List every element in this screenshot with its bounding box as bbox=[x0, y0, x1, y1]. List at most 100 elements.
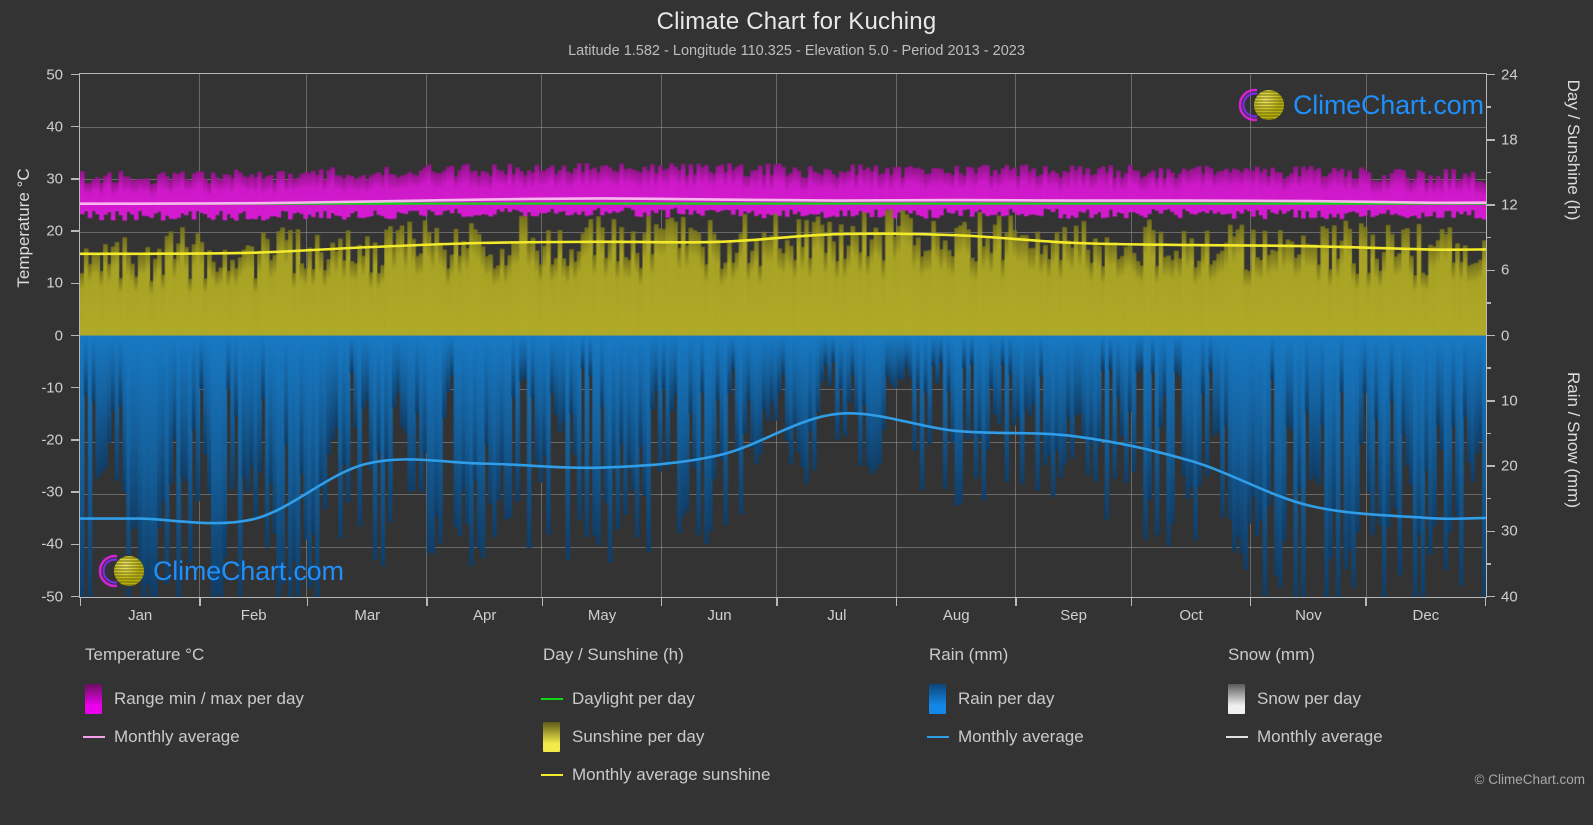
axis-label-month: Jul bbox=[827, 607, 847, 624]
right-axis-label-day-sunshine: Day / Sunshine (h) bbox=[1564, 79, 1583, 221]
axis-label-month: Sep bbox=[1060, 607, 1087, 624]
legend-item-label: Monthly average bbox=[114, 727, 240, 746]
axis-label-left: -50 bbox=[41, 588, 63, 605]
axis-tick-right-minor bbox=[1486, 106, 1491, 108]
legend-column: Snow (mm) Snow per day Monthly average bbox=[1225, 645, 1383, 756]
legend-swatch-line-wrap bbox=[926, 736, 949, 738]
axis-tick-right bbox=[1486, 400, 1495, 402]
axis-label-right: 20 bbox=[1501, 457, 1518, 475]
axis-tick-right bbox=[1486, 139, 1495, 141]
legend-item-label: Sunshine per day bbox=[572, 727, 705, 746]
legend-column: Day / Sunshine (h) Daylight per day Sunshi… bbox=[540, 645, 771, 794]
legend-item-label: Monthly average sunshine bbox=[572, 765, 771, 784]
legend-swatch-line-wrap bbox=[540, 774, 563, 776]
legend-item[interactable]: Snow per day bbox=[1228, 680, 1383, 718]
axis-tick-bottom bbox=[426, 597, 428, 606]
watermark-logo-bottom: ClimeChart.com bbox=[95, 550, 344, 592]
axis-label-left: 30 bbox=[46, 170, 63, 188]
axis-tick-right bbox=[1486, 334, 1495, 337]
axis-label-left: 50 bbox=[46, 66, 63, 83]
axis-tick-right-minor bbox=[1486, 302, 1491, 304]
axis-tick-bottom bbox=[541, 597, 544, 606]
right-axis-label-rain-snow: Rain / Snow (mm) bbox=[1564, 371, 1583, 509]
legend-swatch-line bbox=[540, 774, 563, 776]
legend-swatch-line bbox=[1225, 736, 1248, 738]
axis-tick-right-minor bbox=[1486, 432, 1491, 435]
axis-tick-bottom bbox=[1249, 597, 1252, 606]
axis-label-left: -20 bbox=[41, 431, 63, 449]
legend-item[interactable]: Monthly average bbox=[1225, 718, 1383, 756]
axis-tick-left bbox=[71, 282, 80, 285]
sunshine-average-line bbox=[80, 232, 1486, 256]
legend-swatch-line-wrap bbox=[540, 698, 563, 700]
legend-item[interactable]: Monthly average sunshine bbox=[540, 756, 771, 794]
axis-label-right: 12 bbox=[1501, 196, 1518, 214]
chart-subtitle: Latitude 1.582 - Longitude 110.325 - Ele… bbox=[568, 43, 1025, 59]
axis-tick-right-minor bbox=[1486, 367, 1491, 369]
legend-item[interactable]: Sunshine per day bbox=[543, 718, 770, 756]
legend-swatch-line bbox=[540, 698, 563, 700]
axis-label-month: Nov bbox=[1295, 607, 1322, 624]
axis-tick-right bbox=[1486, 73, 1495, 76]
axis-label-left: 40 bbox=[46, 118, 63, 136]
legend-column-title: Day / Sunshine (h) bbox=[543, 645, 684, 664]
axis-tick-left bbox=[71, 386, 80, 389]
axis-label-month: Dec bbox=[1412, 607, 1440, 624]
axis-tick-bottom bbox=[660, 597, 663, 606]
axis-label-month: Jan bbox=[128, 607, 153, 624]
legend-column-title: Snow (mm) bbox=[1228, 645, 1315, 664]
axis-tick-right bbox=[1486, 595, 1495, 598]
axis-tick-left bbox=[71, 595, 80, 598]
legend-item[interactable]: Range min / max per day bbox=[85, 680, 304, 718]
axis-label-left: 10 bbox=[46, 274, 63, 292]
legend: Temperature °C Range min / max per day Mon… bbox=[0, 645, 1593, 825]
axis-tick-left bbox=[71, 230, 80, 232]
axis-label-right: 24 bbox=[1501, 66, 1518, 83]
axis-tick-right-minor bbox=[1486, 563, 1491, 565]
axis-tick-bottom bbox=[1130, 597, 1133, 606]
axis-tick-right bbox=[1486, 465, 1495, 467]
legend-item[interactable]: Monthly average bbox=[82, 718, 304, 756]
axis-tick-bottom bbox=[306, 597, 309, 606]
axis-tick-bottom bbox=[79, 597, 82, 606]
axis-tick-right bbox=[1486, 530, 1495, 532]
axis-label-month: Jun bbox=[707, 607, 732, 624]
legend-swatch-box bbox=[929, 684, 946, 714]
legend-item-label: Monthly average bbox=[958, 727, 1084, 746]
axis-tick-right bbox=[1486, 269, 1495, 271]
legend-swatch-line bbox=[926, 736, 949, 738]
axis-tick-left bbox=[71, 491, 80, 493]
legend-item[interactable]: Daylight per day bbox=[540, 680, 770, 718]
legend-column: Rain (mm) Rain per day Monthly average bbox=[926, 645, 1084, 756]
legend-item-label: Daylight per day bbox=[572, 689, 695, 708]
axis-tick-bottom bbox=[1484, 597, 1487, 606]
watermark-logo-top: ClimeChart.com bbox=[1235, 84, 1484, 126]
legend-item-label: Monthly average bbox=[1257, 727, 1383, 746]
legend-item-label: Rain per day bbox=[958, 689, 1055, 708]
legend-item-label: Snow per day bbox=[1257, 689, 1361, 708]
watermark-text: ClimeChart.com bbox=[153, 555, 344, 586]
legend-item[interactable]: Monthly average bbox=[926, 718, 1084, 756]
axis-label-left: -30 bbox=[41, 483, 63, 501]
axis-tick-left bbox=[71, 178, 80, 180]
axis-tick-right-minor bbox=[1486, 171, 1491, 174]
axis-label-right: 40 bbox=[1501, 588, 1518, 605]
legend-column-title: Rain (mm) bbox=[929, 645, 1009, 664]
axis-label-left: 0 bbox=[54, 327, 63, 344]
legend-column: Temperature °C Range min / max per day Mon… bbox=[82, 645, 304, 756]
legend-swatch-box bbox=[1228, 684, 1245, 714]
axis-label-right: 10 bbox=[1501, 392, 1518, 410]
axis-label-month: Feb bbox=[240, 607, 267, 624]
axis-tick-left bbox=[71, 125, 80, 128]
plot-area: ClimeChart.com ClimeChart.com bbox=[79, 73, 1487, 598]
axis-tick-left bbox=[71, 543, 80, 546]
legend-swatch-line-wrap bbox=[1225, 736, 1248, 738]
axis-label-left: -40 bbox=[41, 535, 63, 553]
axis-label-month: May bbox=[587, 607, 617, 624]
axis-tick-right-minor bbox=[1486, 497, 1491, 500]
axis-tick-bottom bbox=[895, 597, 898, 606]
legend-swatch-line bbox=[82, 736, 105, 738]
monthly-average-lines bbox=[80, 197, 1486, 525]
legend-column-title: Temperature °C bbox=[85, 645, 205, 664]
legend-item[interactable]: Rain per day bbox=[929, 680, 1084, 718]
